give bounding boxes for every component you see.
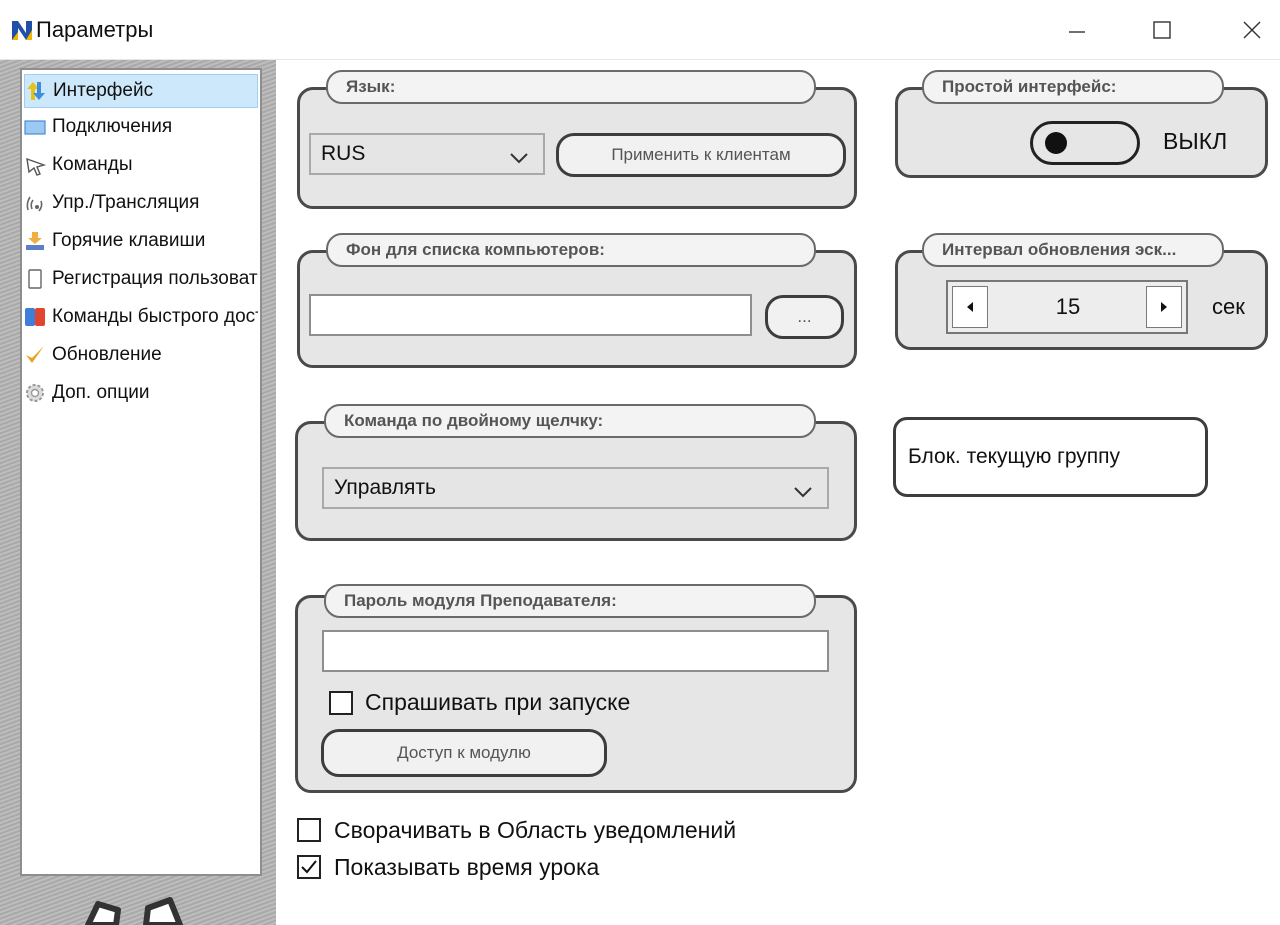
- chevron-down-icon: [509, 147, 529, 164]
- show-lesson-time-checkbox[interactable]: [297, 855, 321, 879]
- hotkey-icon: [24, 230, 46, 252]
- teacher-password-label: Пароль модуля Преподавателя:: [324, 584, 816, 618]
- gear-icon: [24, 382, 46, 404]
- increase-button[interactable]: [1146, 286, 1182, 328]
- language-select[interactable]: RUS: [309, 133, 545, 175]
- quick-commands-icon: [24, 306, 46, 328]
- ask-on-start-checkbox[interactable]: [329, 691, 353, 715]
- chevron-down-icon: [793, 481, 813, 498]
- close-button[interactable]: [1232, 12, 1272, 48]
- minimize-to-tray-label: Сворачивать в Область уведомлений: [334, 817, 737, 843]
- ask-on-start-label: Спрашивать при запуске: [365, 689, 631, 715]
- refresh-interval-unit: сек: [1212, 294, 1245, 319]
- broadcast-icon: [24, 192, 46, 214]
- monitor-icon: [24, 116, 46, 138]
- toggle-knob: [1045, 132, 1067, 154]
- show-lesson-time-label: Показывать время урока: [334, 854, 600, 880]
- title-bar: Параметры: [0, 0, 1280, 60]
- sidebar-item-label: Регистрация пользователей: [52, 268, 258, 289]
- cursor-icon: [24, 154, 46, 176]
- browse-button[interactable]: ...: [765, 295, 844, 339]
- sidebar-item-extra-options[interactable]: Доп. опции: [24, 376, 258, 410]
- maximize-button[interactable]: [1142, 12, 1182, 48]
- sidebar-item-label: Упр./Трансляция: [52, 192, 200, 213]
- double-click-label: Команда по двойному щелчку:: [324, 404, 816, 438]
- double-click-select-value: Управлять: [334, 476, 436, 499]
- page-icon: [24, 268, 46, 290]
- sidebar-item-hotkeys[interactable]: Горячие клавиши: [24, 224, 258, 258]
- arrows-icon: [25, 80, 47, 102]
- sidebar-item-interface[interactable]: Интерфейс: [24, 74, 258, 108]
- arrow-left-icon: [967, 302, 973, 312]
- teacher-password-input[interactable]: [322, 630, 829, 672]
- apply-to-clients-button[interactable]: Применить к клиентам: [556, 133, 846, 177]
- sidebar-item-label: Команды быстрого доступа: [52, 306, 258, 327]
- refresh-interval-spinner: 15: [946, 280, 1188, 334]
- sidebar-item-label: Команды: [52, 154, 133, 175]
- check-icon: [301, 860, 317, 874]
- sidebar-logo-icon: [84, 890, 204, 925]
- minimize-button[interactable]: [1057, 12, 1097, 48]
- simple-interface-toggle[interactable]: [1030, 121, 1140, 165]
- sidebar-item-connections[interactable]: Подключения: [24, 110, 258, 144]
- refresh-interval-value[interactable]: 15: [988, 282, 1148, 332]
- background-group-label: Фон для списка компьютеров:: [326, 233, 816, 267]
- sidebar-item-user-registration[interactable]: Регистрация пользователей: [24, 262, 258, 296]
- sidebar-item-label: Горячие клавиши: [52, 230, 206, 251]
- sidebar-nav-list[interactable]: Интерфейс Подключения Команды Упр./Транс…: [20, 68, 262, 876]
- minimize-to-tray-checkbox[interactable]: [297, 818, 321, 842]
- app-logo-icon: [10, 18, 34, 42]
- sidebar-item-label: Доп. опции: [52, 382, 150, 403]
- sidebar-item-broadcast[interactable]: Упр./Трансляция: [24, 186, 258, 220]
- sidebar-item-label: Обновление: [52, 344, 162, 365]
- sidebar-item-label: Подключения: [52, 116, 173, 137]
- module-access-button[interactable]: Доступ к модулю: [321, 729, 607, 777]
- sidebar-item-commands[interactable]: Команды: [24, 148, 258, 182]
- decrease-button[interactable]: [952, 286, 988, 328]
- refresh-interval-label: Интервал обновления эск...: [922, 233, 1224, 267]
- sidebar-item-quick-commands[interactable]: Команды быстрого доступа: [24, 300, 258, 334]
- background-path-input[interactable]: [309, 294, 752, 336]
- language-group-label: Язык:: [326, 70, 816, 104]
- simple-interface-state: ВЫКЛ: [1163, 128, 1228, 154]
- checkmark-icon: [24, 344, 46, 366]
- arrow-right-icon: [1161, 302, 1167, 312]
- window-title: Параметры: [36, 17, 154, 42]
- sidebar-item-update[interactable]: Обновление: [24, 338, 258, 372]
- block-current-group-button[interactable]: Блок. текущую группу: [893, 417, 1208, 497]
- double-click-command-select[interactable]: Управлять: [322, 467, 829, 509]
- simple-interface-label: Простой интерфейс:: [922, 70, 1224, 104]
- sidebar-item-label: Интерфейс: [53, 80, 154, 101]
- language-select-value: RUS: [321, 142, 366, 165]
